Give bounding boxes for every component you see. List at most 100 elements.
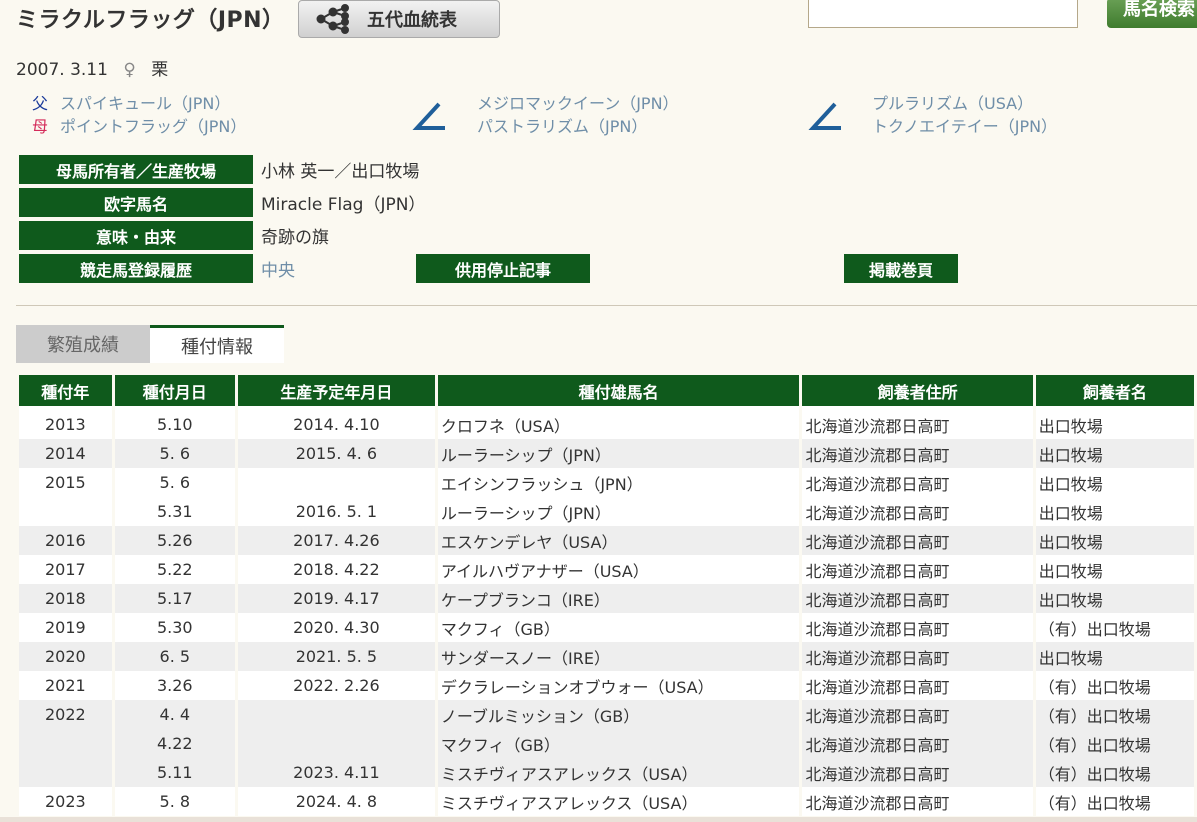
sire-tag: 父 bbox=[31, 94, 48, 113]
retirement-article-button[interactable]: 供用停止記事 bbox=[416, 254, 590, 283]
search-input[interactable] bbox=[808, 0, 1078, 28]
keeper-address-cell: 北海道沙流郡日高町 bbox=[802, 613, 1033, 642]
stallion-link[interactable]: マクフィ（GB） bbox=[437, 729, 800, 758]
keeper-name-cell: 出口牧場 bbox=[1035, 497, 1194, 526]
stallion-link[interactable]: デクラレーションオブウォー（USA） bbox=[437, 671, 800, 700]
birth-date: 2007. 3.11 bbox=[16, 60, 108, 80]
keeper-address-cell: 北海道沙流郡日高町 bbox=[802, 787, 1033, 816]
mating-date-cell: 5. 8 bbox=[114, 787, 235, 816]
column-header: 飼養者住所 bbox=[802, 375, 1033, 406]
mating-year-cell: 2018 bbox=[19, 584, 112, 613]
mating-date-cell: 3.26 bbox=[114, 671, 235, 700]
mating-date-cell: 4.22 bbox=[114, 729, 235, 758]
keeper-address-cell: 北海道沙流郡日高町 bbox=[802, 671, 1033, 700]
mating-year-cell: 2016 bbox=[19, 526, 112, 555]
tab-mating-info[interactable]: 種付情報 bbox=[150, 325, 284, 363]
table-row: 2018 5.17 2019. 4.17 ケープブランコ（IRE） 北海道沙流郡日高町出… bbox=[19, 584, 1194, 613]
mating-date-cell: 5.31 bbox=[114, 497, 235, 526]
keeper-name-cell: 出口牧場 bbox=[1035, 555, 1194, 584]
race-history-link[interactable]: 中央 bbox=[261, 256, 295, 281]
column-header: 種付年 bbox=[19, 375, 112, 406]
table-row: 2017 5.22 2018. 4.22 アイルハヴアナザー（USA） 北海道沙流郡日高… bbox=[19, 555, 1194, 584]
keeper-address-cell: 北海道沙流郡日高町 bbox=[802, 642, 1033, 671]
keeper-name-cell: 出口牧場 bbox=[1035, 526, 1194, 555]
mating-date-cell: 5.26 bbox=[114, 526, 235, 555]
keeper-name-cell: 出口牧場 bbox=[1035, 584, 1194, 613]
stallion-link[interactable]: エスケンデレヤ（USA） bbox=[437, 526, 800, 555]
pedigree-tree-icon bbox=[316, 4, 349, 34]
due-date-cell: 2022. 2.26 bbox=[237, 671, 435, 700]
bracket-icon bbox=[808, 102, 841, 130]
divider bbox=[16, 305, 1197, 306]
race-history-label: 競走馬登録履歴 bbox=[19, 254, 253, 283]
footer-border bbox=[0, 817, 1197, 822]
keeper-address-cell: 北海道沙流郡日高町 bbox=[802, 468, 1033, 497]
tab-breeding-results[interactable]: 繁殖成績 bbox=[16, 325, 150, 363]
due-date-cell: 2014. 4.10 bbox=[237, 406, 435, 439]
dam-sire-link[interactable]: プルラリズム（USA） bbox=[872, 92, 1033, 115]
mating-year-cell: 2017 bbox=[19, 555, 112, 584]
table-row: 2021 3.26 2022. 2.26 デクラレーションオブウォー（USA） 北海道沙… bbox=[19, 671, 1194, 700]
stallion-link[interactable]: サンダースノー（IRE） bbox=[437, 642, 800, 671]
stallion-link[interactable]: ケープブランコ（IRE） bbox=[437, 584, 800, 613]
dam-tag: 母 bbox=[31, 117, 48, 136]
keeper-address-cell: 北海道沙流郡日高町 bbox=[802, 497, 1033, 526]
stallion-link[interactable]: ルーラーシップ（JPN） bbox=[437, 497, 800, 526]
mating-table: 種付年 種付月日 生産予定年月日 種付雄馬名 飼養者住所 飼養者名 2013 5.… bbox=[16, 375, 1197, 816]
due-date-cell: 2019. 4.17 bbox=[237, 584, 435, 613]
mating-year-cell bbox=[19, 729, 112, 758]
sire-link[interactable]: スパイキュール（JPN） bbox=[60, 92, 230, 115]
due-date-cell: 2020. 4.30 bbox=[237, 613, 435, 642]
stallion-link[interactable]: ミスチヴィアスアレックス（USA） bbox=[437, 758, 800, 787]
keeper-name-cell: 出口牧場 bbox=[1035, 642, 1194, 671]
stallion-link[interactable]: エイシンフラッシュ（JPN） bbox=[437, 468, 800, 497]
dam-link[interactable]: ポイントフラッグ（JPN） bbox=[60, 115, 246, 138]
due-date-cell bbox=[237, 700, 435, 729]
stallion-link[interactable]: ミスチヴィアスアレックス（USA） bbox=[437, 787, 800, 816]
meaning-label: 意味・由来 bbox=[19, 221, 253, 250]
stallion-link[interactable]: マクフィ（GB） bbox=[437, 613, 800, 642]
keeper-address-cell: 北海道沙流郡日高町 bbox=[802, 439, 1033, 468]
keeper-name-cell: （有）出口牧場 bbox=[1035, 700, 1194, 729]
column-header: 生産予定年月日 bbox=[237, 375, 435, 406]
sex-symbol: ♀ bbox=[123, 60, 136, 80]
due-date-cell: 2015. 4. 6 bbox=[237, 439, 435, 468]
due-date-cell: 2021. 5. 5 bbox=[237, 642, 435, 671]
table-header-row: 種付年 種付月日 生産予定年月日 種付雄馬名 飼養者住所 飼養者名 bbox=[19, 375, 1194, 406]
keeper-name-cell: 出口牧場 bbox=[1035, 439, 1194, 468]
coat-color: 栗 bbox=[151, 60, 169, 80]
mating-year-cell: 2021 bbox=[19, 671, 112, 700]
table-row: 2013 5.10 2014. 4.10 クロフネ（USA） 北海道沙流郡日高町 出口牧場 bbox=[19, 406, 1194, 439]
mating-date-cell: 5.30 bbox=[114, 613, 235, 642]
mating-date-cell: 5.17 bbox=[114, 584, 235, 613]
mating-year-cell: 2023 bbox=[19, 787, 112, 816]
stallion-link[interactable]: クロフネ（USA） bbox=[437, 406, 800, 439]
due-date-cell bbox=[237, 729, 435, 758]
dam-dam-link[interactable]: トクノエイテイー（JPN） bbox=[872, 115, 1057, 138]
page-reference-button[interactable]: 掲載巻頁 bbox=[844, 254, 958, 283]
table-row: 2023 5. 8 2024. 4. 8 ミスチヴィアスアレックス（USA） 北海道沙流… bbox=[19, 787, 1194, 816]
search-button[interactable]: 馬名検索 bbox=[1107, 0, 1197, 28]
mating-year-cell: 2022 bbox=[19, 700, 112, 729]
pedigree-button[interactable]: 五代血統表 bbox=[298, 0, 500, 38]
owner-value: 小林 英一／出口牧場 bbox=[261, 162, 420, 182]
sire-sire-link[interactable]: メジロマックイーン（JPN） bbox=[477, 92, 679, 115]
keeper-name-cell: （有）出口牧場 bbox=[1035, 758, 1194, 787]
table-row: 2015 5. 6 エイシンフラッシュ（JPN） 北海道沙流郡日高町 出口牧場 bbox=[19, 468, 1194, 497]
keeper-name-cell: 出口牧場 bbox=[1035, 468, 1194, 497]
stallion-link[interactable]: アイルハヴアナザー（USA） bbox=[437, 555, 800, 584]
bracket-icon bbox=[412, 102, 445, 130]
owner-label: 母馬所有者／生産牧場 bbox=[19, 155, 253, 184]
sire-dam-link[interactable]: パストラリズム（JPN） bbox=[477, 115, 647, 138]
mating-year-cell bbox=[19, 497, 112, 526]
due-date-cell: 2018. 4.22 bbox=[237, 555, 435, 584]
due-date-cell: 2017. 4.26 bbox=[237, 526, 435, 555]
stallion-link[interactable]: ノーブルミッション（GB） bbox=[437, 700, 800, 729]
meaning-value: 奇跡の旗 bbox=[261, 228, 329, 248]
table-row: 4.22 マクフィ（GB） 北海道沙流郡日高町 （有）出口牧場 bbox=[19, 729, 1194, 758]
keeper-address-cell: 北海道沙流郡日高町 bbox=[802, 584, 1033, 613]
due-date-cell: 2023. 4.11 bbox=[237, 758, 435, 787]
stallion-link[interactable]: ルーラーシップ（JPN） bbox=[437, 439, 800, 468]
pedigree-button-label: 五代血統表 bbox=[367, 10, 457, 31]
table-row: 2014 5. 6 2015. 4. 6 ルーラーシップ（JPN） 北海道沙流郡日高町出… bbox=[19, 439, 1194, 468]
